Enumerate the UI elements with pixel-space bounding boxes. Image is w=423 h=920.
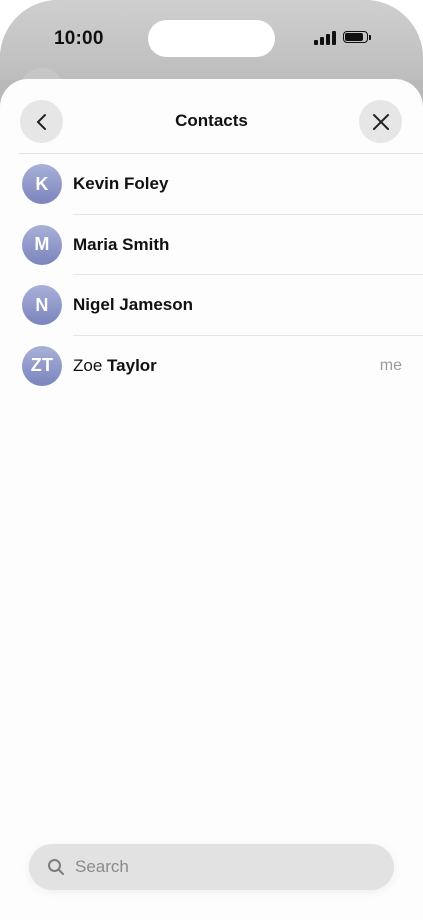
contact-first-name: Zoe — [73, 355, 103, 375]
contacts-sheet: Contacts K Kevin Foley M Maria Smith N N… — [0, 79, 423, 920]
close-icon — [372, 113, 389, 130]
cellular-signal-icon — [314, 31, 336, 45]
search-input[interactable] — [75, 844, 375, 890]
status-time: 10:00 — [54, 28, 104, 49]
contact-last-name: Taylor — [107, 355, 157, 375]
dynamic-island — [148, 20, 275, 57]
contact-first-name: Kevin — [73, 174, 120, 193]
contact-first-name: Maria — [73, 234, 118, 254]
nav-header: Contacts — [0, 79, 423, 154]
contact-name: Zoe Taylor — [73, 356, 157, 376]
contact-row-kevin-foley[interactable]: K Kevin Foley — [0, 154, 423, 215]
avatar: ZT — [22, 345, 62, 386]
contact-name: Kevin Foley — [73, 174, 168, 194]
phone-screen: 10:00 Contacts K Kevin Foley M Maria Smi… — [0, 0, 423, 920]
status-bar: 10:00 — [0, 0, 423, 80]
avatar: K — [22, 164, 62, 204]
battery-icon — [343, 31, 373, 45]
search-bar[interactable] — [29, 844, 394, 890]
avatar: N — [22, 285, 62, 325]
contact-row-maria-smith[interactable]: M Maria Smith — [0, 215, 423, 275]
contact-list: K Kevin Foley M Maria Smith N Nigel Jame… — [0, 154, 423, 396]
contact-row-zoe-taylor[interactable]: ZT Zoe Taylor me — [0, 336, 423, 397]
contact-row-nigel-jameson[interactable]: N Nigel Jameson — [0, 275, 423, 336]
contact-first-name: Nigel — [73, 295, 115, 314]
me-label: me — [379, 356, 402, 374]
contact-name: Nigel Jameson — [73, 295, 193, 315]
avatar: M — [22, 224, 62, 265]
search-icon — [48, 859, 64, 875]
close-button[interactable] — [359, 100, 402, 143]
contact-name: Maria Smith — [73, 235, 169, 255]
contact-last-name: Smith — [122, 234, 170, 254]
contact-last-name: Foley — [124, 174, 169, 193]
contact-last-name: Jameson — [119, 295, 193, 314]
